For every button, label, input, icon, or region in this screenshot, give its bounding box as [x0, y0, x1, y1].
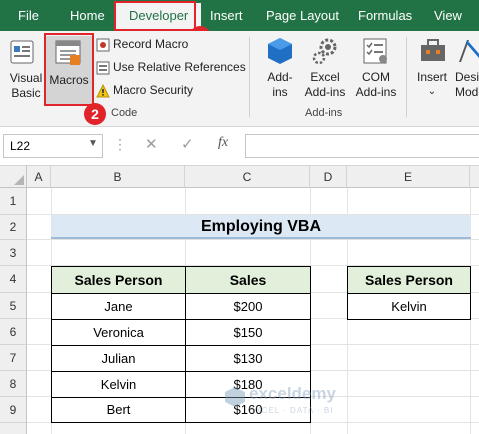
exceldemy-watermark: exceldemy EXCEL · DATA · BI [224, 384, 354, 424]
excel-add-ins-button[interactable]: Excel Add-ins [300, 36, 350, 104]
table-cell-name[interactable]: Veronica [51, 319, 186, 346]
insert-label: Insert [416, 70, 447, 84]
add-ins-icon [268, 38, 292, 64]
macros-highlight [44, 33, 94, 106]
select-all-icon [14, 175, 24, 185]
row-header-4[interactable]: 4 [0, 266, 27, 293]
ribbon-tab-bar: File Home Developer Insert Page Layout F… [0, 0, 479, 31]
tab-view[interactable]: View [434, 0, 462, 31]
column-header-b[interactable]: B [51, 166, 185, 188]
insert-function-icon[interactable]: fx [218, 135, 228, 151]
sheet-title[interactable]: Employing VBA [51, 215, 471, 239]
record-macro-icon [96, 38, 110, 52]
column-header-d[interactable]: D [310, 166, 347, 188]
table-cell-name[interactable]: Julian [51, 345, 186, 372]
visual-basic-button[interactable]: Visual Basic [6, 37, 42, 107]
watermark-name: exceldemy [249, 384, 336, 403]
record-macro-label: Record Macro [113, 37, 189, 51]
select-all-corner[interactable] [0, 166, 27, 188]
tab-insert[interactable]: Insert [210, 0, 243, 31]
row-header-9[interactable]: 9 [0, 397, 27, 423]
row-header-3[interactable]: 3 [0, 240, 27, 266]
toolbox-icon [421, 39, 445, 61]
use-relative-references-label: Use Relative References [113, 60, 246, 74]
table-cell-sales[interactable]: $150 [185, 319, 311, 346]
use-relative-references-button[interactable]: Use Relative References [96, 59, 246, 77]
column-header-c[interactable]: C [185, 166, 310, 188]
name-box[interactable]: L22 ▼ [3, 134, 103, 158]
tab-home[interactable]: Home [70, 0, 105, 31]
visual-basic-icon [10, 40, 34, 64]
relative-references-icon [96, 61, 110, 75]
name-box-value: L22 [10, 139, 31, 153]
row-header-8[interactable]: 8 [0, 371, 27, 397]
tab-page-layout[interactable]: Page Layout [266, 0, 339, 31]
macro-security-label: Macro Security [113, 83, 194, 97]
warning-icon [96, 84, 110, 98]
enter-icon[interactable]: ✓ [181, 135, 194, 153]
row-header-10[interactable] [0, 423, 27, 434]
record-macro-button[interactable]: Record Macro [96, 36, 246, 54]
table-cell-name[interactable]: Kelvin [51, 371, 186, 398]
lookup-header-sales-person[interactable]: Sales Person [347, 266, 471, 294]
add-ins-group-label: Add-ins [305, 107, 343, 119]
add-ins-label: Add- ins [267, 70, 293, 99]
table-cell-name[interactable]: Jane [51, 293, 186, 320]
ribbon: Visual Basic Macros Record Macro Use Rel… [0, 31, 479, 127]
formula-input[interactable] [245, 134, 479, 158]
design-mode-icon [459, 40, 479, 62]
exceldemy-logo-icon [225, 387, 245, 407]
design-mode-button[interactable]: Design Mode [455, 36, 479, 106]
cancel-icon[interactable]: ✕ [145, 135, 158, 153]
table-header-sales-person[interactable]: Sales Person [51, 266, 186, 294]
com-add-ins-label: COM Add-ins [355, 70, 397, 99]
watermark-tagline: EXCEL · DATA · BI [249, 406, 334, 415]
design-mode-label: Design Mode [455, 70, 479, 99]
row-header-7[interactable]: 7 [0, 345, 27, 371]
code-group-label: Code [111, 107, 138, 119]
com-add-ins-button[interactable]: COM Add-ins [352, 36, 400, 104]
row-header-2[interactable]: 2 [0, 215, 27, 240]
column-header-e[interactable]: E [347, 166, 470, 188]
add-ins-button[interactable]: Add- ins [258, 36, 302, 104]
formula-bar: L22 ▼ ⋮ ✕ ✓ fx [0, 127, 479, 166]
row-header-1[interactable]: 1 [0, 188, 27, 215]
more-options-icon: ⋮ [113, 136, 127, 152]
table-cell-name[interactable]: Bert [51, 397, 186, 423]
ribbon-separator [406, 37, 407, 117]
visual-basic-label: Visual Basic [9, 71, 43, 100]
row-header-5[interactable]: 5 [0, 293, 27, 319]
developer-tab-highlight [114, 1, 196, 31]
lookup-value[interactable]: Kelvin [347, 293, 471, 320]
column-header-a[interactable]: A [27, 166, 51, 188]
tab-file[interactable]: File [18, 0, 39, 31]
com-add-ins-icon [363, 38, 387, 64]
row-header-6[interactable]: 6 [0, 319, 27, 345]
chevron-down-icon: ⌄ [427, 86, 437, 97]
macro-security-button[interactable]: Macro Security [96, 82, 246, 100]
excel-add-ins-label: Excel Add-ins [304, 70, 346, 99]
ribbon-separator [249, 37, 250, 117]
insert-controls-button[interactable]: Insert ⌄ [412, 36, 452, 106]
table-header-sales[interactable]: Sales [185, 266, 311, 294]
name-box-dropdown-icon[interactable]: ▼ [88, 138, 98, 149]
table-cell-sales[interactable]: $130 [185, 345, 311, 372]
step-badge-2: 2 [84, 103, 106, 125]
column-header-f[interactable] [470, 166, 479, 188]
table-cell-sales[interactable]: $200 [185, 293, 311, 320]
tab-formulas[interactable]: Formulas [358, 0, 412, 31]
gear-icon [312, 38, 337, 65]
